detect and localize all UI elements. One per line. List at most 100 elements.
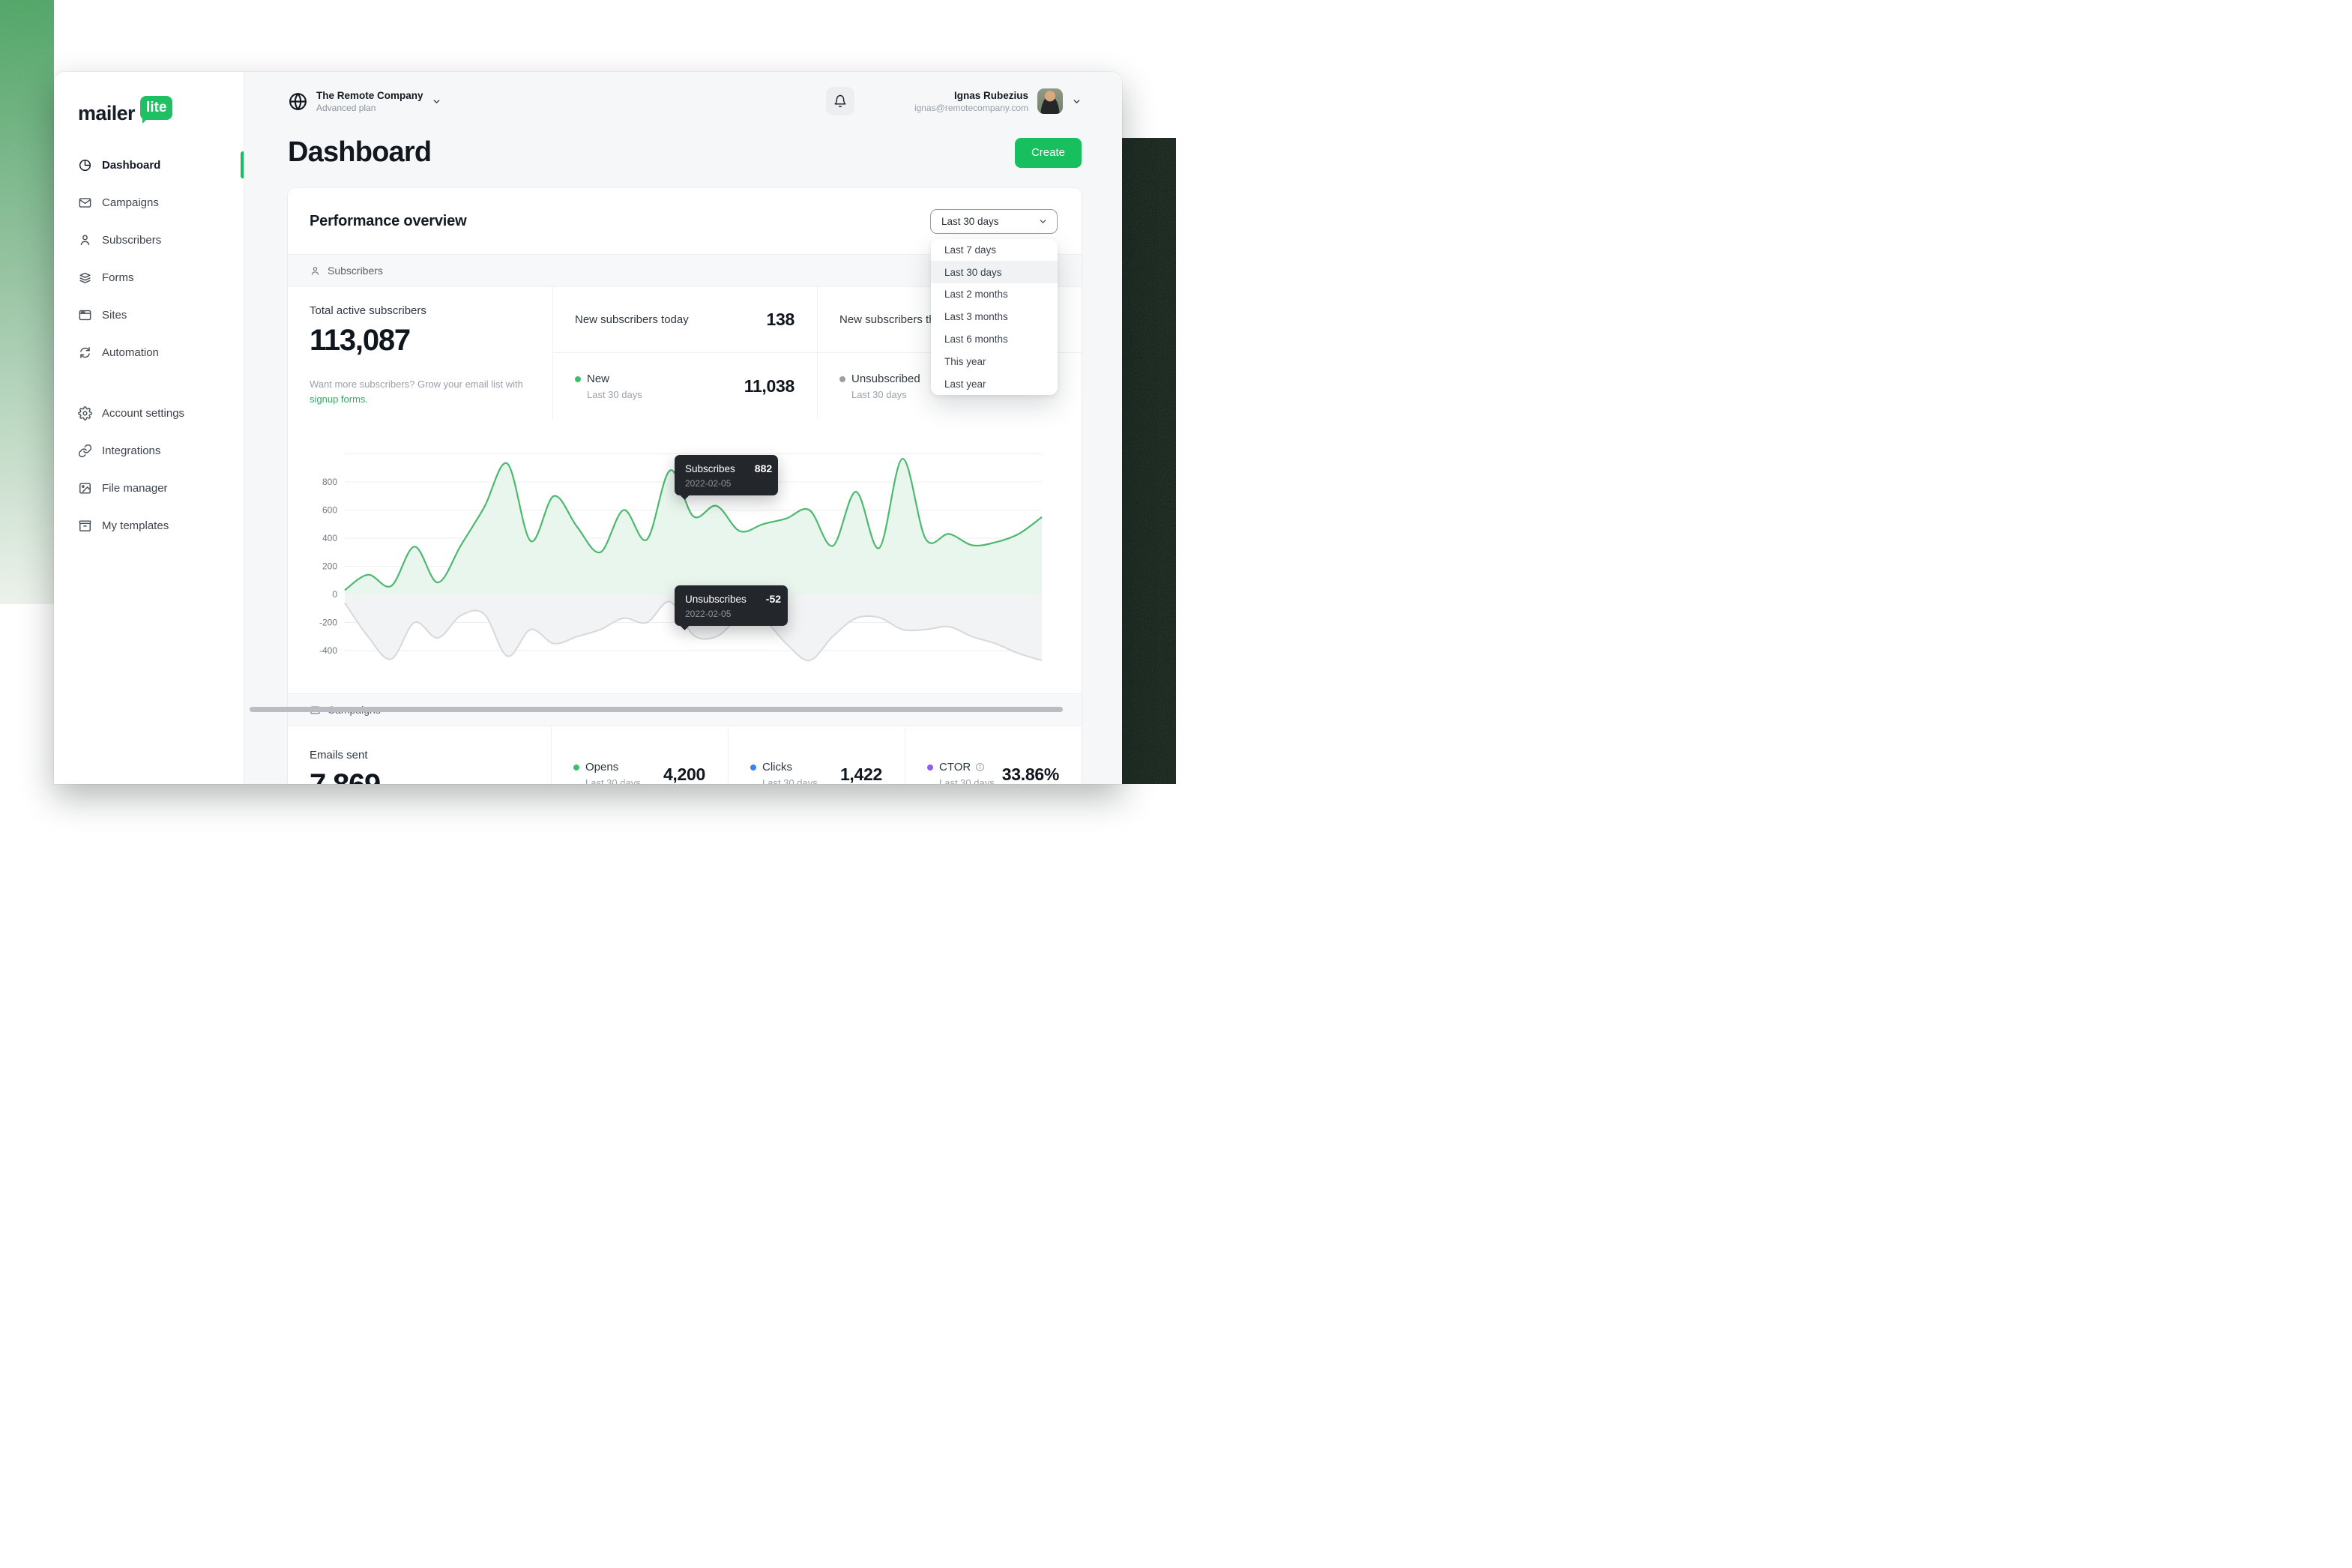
ctor-label: CTOR <box>927 761 995 774</box>
info-icon[interactable] <box>975 762 985 772</box>
emails-sent-cell: Emails sent 7,869 <box>288 726 551 784</box>
total-subscribers-label: Total active subscribers <box>310 304 530 317</box>
avatar[interactable] <box>1037 88 1063 114</box>
sidebar-item-dashboard[interactable]: Dashboard <box>54 146 244 184</box>
browser-icon <box>78 308 92 322</box>
create-button[interactable]: Create <box>1015 138 1082 168</box>
date-range-option-last-6-months[interactable]: Last 6 months <box>931 328 1058 351</box>
opens-value: 4,200 <box>663 765 705 785</box>
chevron-down-icon <box>1038 217 1048 226</box>
refresh-icon <box>78 346 92 360</box>
svg-text:-400: -400 <box>319 645 337 656</box>
company-switcher[interactable]: The Remote Company Advanced plan <box>288 90 441 113</box>
date-range-menu: Last 7 daysLast 30 daysLast 2 monthsLast… <box>931 239 1058 396</box>
mailerlite-logo[interactable]: mailer lite <box>54 94 244 124</box>
panel-title: Performance overview <box>310 213 466 230</box>
new-last30-cell: New Last 30 days 11,038 <box>552 352 817 419</box>
emails-sent-value: 7,869 <box>310 768 528 784</box>
signup-forms-link[interactable]: signup forms. <box>310 393 368 405</box>
total-subscribers-value: 113,087 <box>310 324 530 358</box>
user-icon <box>310 265 321 277</box>
sidebar-item-label: Subscribers <box>102 234 161 247</box>
opens-sub: Last 30 days <box>585 777 641 785</box>
new-subscribers-today-value: 138 <box>767 310 794 330</box>
globe-icon <box>288 91 308 112</box>
main-area: The Remote Company Advanced plan Ignas R… <box>244 72 1122 784</box>
sidebar-nav-primary: Dashboard Campaigns Subscribers Forms Sites A… <box>54 146 244 371</box>
green-dot <box>573 765 579 771</box>
sidebar-item-label: Integrations <box>102 444 160 457</box>
unsubscribed-sub: Last 30 days <box>851 389 920 400</box>
horizontal-scrollbar[interactable] <box>250 707 1063 712</box>
date-range-option-last-7-days[interactable]: Last 7 days <box>931 239 1058 262</box>
sidebar-item-automation[interactable]: Automation <box>54 334 244 371</box>
ctor-sub: Last 30 days <box>939 777 995 785</box>
date-range-option-last-year[interactable]: Last year <box>931 373 1058 395</box>
svg-text:-200: -200 <box>319 618 337 628</box>
svg-text:200: 200 <box>322 561 337 572</box>
svg-text:0: 0 <box>332 589 337 600</box>
active-indicator <box>241 151 244 178</box>
date-range-select[interactable]: Last 30 days <box>930 209 1058 234</box>
sidebar-item-integrations[interactable]: Integrations <box>54 432 244 469</box>
blue-dot <box>750 765 756 771</box>
logo-lite-badge: lite <box>140 96 172 120</box>
unsubscribed-label: Unsubscribed <box>839 373 920 385</box>
unsubscribes-tooltip: Unsubscribes -52 2022-02-05 <box>675 585 788 626</box>
sidebar-item-label: Campaigns <box>102 196 159 209</box>
sidebar-item-file-manager[interactable]: File manager <box>54 469 244 507</box>
total-subscribers-cell: Total active subscribers 113,087 Want mo… <box>288 287 552 419</box>
opens-cell: Opens Last 30 days 4,200 <box>551 726 728 784</box>
envelope-icon <box>78 196 92 210</box>
sidebar-item-label: Dashboard <box>102 159 160 172</box>
chevron-down-icon[interactable] <box>1072 97 1082 106</box>
sidebar-item-label: Automation <box>102 346 159 359</box>
user-icon <box>78 233 92 247</box>
topbar: The Remote Company Advanced plan Ignas R… <box>288 72 1082 120</box>
page-title: Dashboard <box>288 136 431 169</box>
layers-icon <box>78 271 92 285</box>
new-subscribers-month-label: New subscribers th <box>839 313 935 326</box>
sidebar-item-my-templates[interactable]: My templates <box>54 507 244 544</box>
background-texture-right <box>1122 138 1176 784</box>
opens-label: Opens <box>573 761 641 774</box>
purple-dot <box>927 765 933 771</box>
campaigns-stats: Emails sent 7,869 Opens Last 30 days 4,2… <box>288 726 1082 784</box>
date-range-value: Last 30 days <box>941 216 999 227</box>
date-range-option-last-30-days[interactable]: Last 30 days <box>931 261 1058 283</box>
date-range-option-this-year[interactable]: This year <box>931 350 1058 373</box>
bell-icon <box>833 94 847 108</box>
sidebar-item-sites[interactable]: Sites <box>54 296 244 334</box>
notifications-button[interactable] <box>826 87 854 115</box>
sidebar-item-subscribers[interactable]: Subscribers <box>54 221 244 259</box>
logo-text: mailer <box>78 103 135 124</box>
date-range-option-last-3-months[interactable]: Last 3 months <box>931 306 1058 328</box>
background-texture-left <box>0 0 54 604</box>
gray-dot <box>839 376 845 382</box>
sidebar-item-label: Forms <box>102 271 134 284</box>
user-meta: Ignas Rubezius ignas@remotecompany.com <box>914 90 1028 113</box>
clicks-cell: Clicks Last 30 days 1,422 <box>728 726 905 784</box>
subscribers-chart[interactable]: 8006004002000-200-400 Subscribes 882 202… <box>288 419 1082 693</box>
pie-chart-icon <box>78 158 92 172</box>
sidebar-item-label: My templates <box>102 519 169 532</box>
user-name: Ignas Rubezius <box>914 90 1028 101</box>
sidebar-nav-secondary: Account settings Integrations File manager… <box>54 394 244 544</box>
new-last30-value: 11,038 <box>744 376 794 396</box>
sidebar-item-account-settings[interactable]: Account settings <box>54 394 244 432</box>
sidebar-item-forms[interactable]: Forms <box>54 259 244 296</box>
emails-sent-label: Emails sent <box>310 749 528 762</box>
date-range-option-last-2-months[interactable]: Last 2 months <box>931 283 1058 306</box>
svg-text:400: 400 <box>322 533 337 543</box>
sidebar-item-campaigns[interactable]: Campaigns <box>54 184 244 221</box>
sidebar-item-label: File manager <box>102 482 168 495</box>
subscribers-section-title: Subscribers <box>328 265 383 277</box>
grow-list-hint: Want more subscribers? Grow your email l… <box>310 377 530 407</box>
app-window: mailer lite Dashboard Campaigns Subscriber… <box>54 72 1122 784</box>
new-last30-label: New <box>575 373 642 385</box>
subscribes-tooltip: Subscribes 882 2022-02-05 <box>675 455 778 495</box>
company-name: The Remote Company <box>316 90 423 101</box>
gear-icon <box>78 406 92 420</box>
ctor-value: 33.86% <box>1002 765 1059 785</box>
clicks-label: Clicks <box>750 761 818 774</box>
